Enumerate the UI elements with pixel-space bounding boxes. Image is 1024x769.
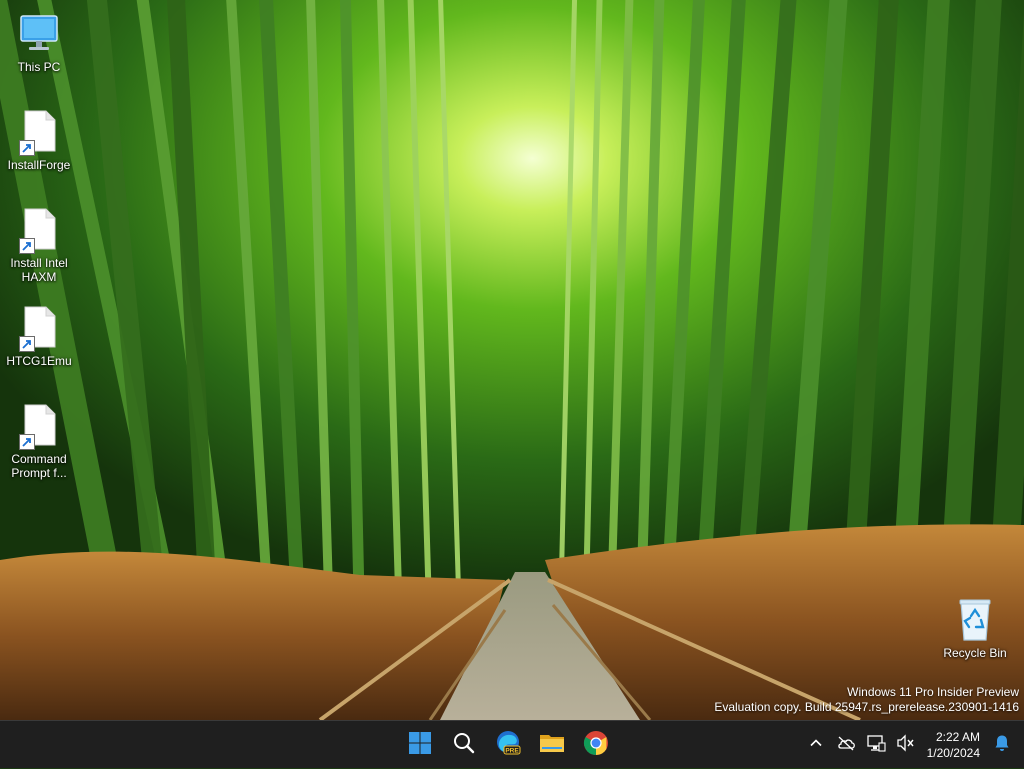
file-icon (15, 304, 63, 352)
file-icon (15, 108, 63, 156)
network-button[interactable] (861, 725, 891, 765)
watermark-line-1: Windows 11 Pro Insider Preview (847, 685, 1019, 699)
clock-time: 2:22 AM (935, 730, 980, 744)
shortcut-arrow-icon (19, 336, 35, 352)
file-explorer-button[interactable] (532, 725, 572, 765)
volume-button[interactable] (891, 725, 921, 765)
desktop-icon-this-pc[interactable]: This PC (1, 10, 77, 74)
show-hidden-icons-button[interactable] (801, 725, 831, 765)
desktop-icon-install-intel-haxm[interactable]: Install Intel HAXM (1, 206, 77, 284)
desktop-icon-command-prompt[interactable]: Command Prompt f... (1, 402, 77, 480)
desktop-icon-label: HTCG1Emu (6, 354, 72, 368)
clock-date: 1/20/2024 (926, 746, 980, 760)
onedrive-icon (836, 735, 856, 756)
desktop-wallpaper (0, 0, 1024, 720)
taskbar-clock[interactable]: 2:22 AM 1/20/2024 (921, 725, 988, 765)
volume-muted-icon (896, 733, 916, 757)
shortcut-arrow-icon (19, 434, 35, 450)
edge-preview-icon: PRE (495, 730, 521, 761)
search-button[interactable] (444, 725, 484, 765)
start-button[interactable] (400, 725, 440, 765)
desktop-icon-htcg1emu[interactable]: HTCG1Emu (1, 304, 77, 368)
desktop-icon-label: This PC (17, 60, 61, 74)
system-tray: 2:22 AM 1/20/2024 (801, 721, 1024, 769)
file-icon (15, 206, 63, 254)
desktop-icon-label: Command Prompt f... (11, 452, 67, 480)
shortcut-arrow-icon (19, 238, 35, 254)
evaluation-watermark: Windows 11 Pro Insider Preview Evaluatio… (714, 685, 1019, 715)
chevron-up-icon (809, 736, 823, 755)
search-icon (452, 731, 476, 760)
taskbar: PRE 2:22 AM 1/20/2024 (0, 720, 1024, 768)
recycle-bin-icon (951, 596, 999, 644)
watermark-line-2: Evaluation copy. Build 25947.rs_prerelea… (714, 700, 1019, 714)
desktop-icon-label: InstallForge (7, 158, 71, 172)
edge-preview-button[interactable]: PRE (488, 725, 528, 765)
shortcut-arrow-icon (19, 140, 35, 156)
onedrive-button[interactable] (831, 725, 861, 765)
folder-icon (539, 731, 565, 760)
monitor-icon (15, 10, 63, 58)
desktop-icon-label: Install Intel HAXM (10, 256, 68, 284)
file-icon (15, 402, 63, 450)
edge-preview-badge: PRE (505, 747, 519, 754)
chrome-icon (583, 730, 609, 761)
network-icon (866, 734, 886, 757)
desktop-icon-installforge[interactable]: InstallForge (1, 108, 77, 172)
chrome-button[interactable] (576, 725, 616, 765)
desktop-icon-label: Recycle Bin (943, 646, 1007, 660)
windows-start-icon (408, 731, 432, 760)
desktop-icon-recycle-bin[interactable]: Recycle Bin (937, 596, 1013, 660)
bell-icon (994, 734, 1010, 757)
notification-center-button[interactable] (988, 725, 1016, 765)
taskbar-pinned-apps: PRE (400, 721, 616, 769)
